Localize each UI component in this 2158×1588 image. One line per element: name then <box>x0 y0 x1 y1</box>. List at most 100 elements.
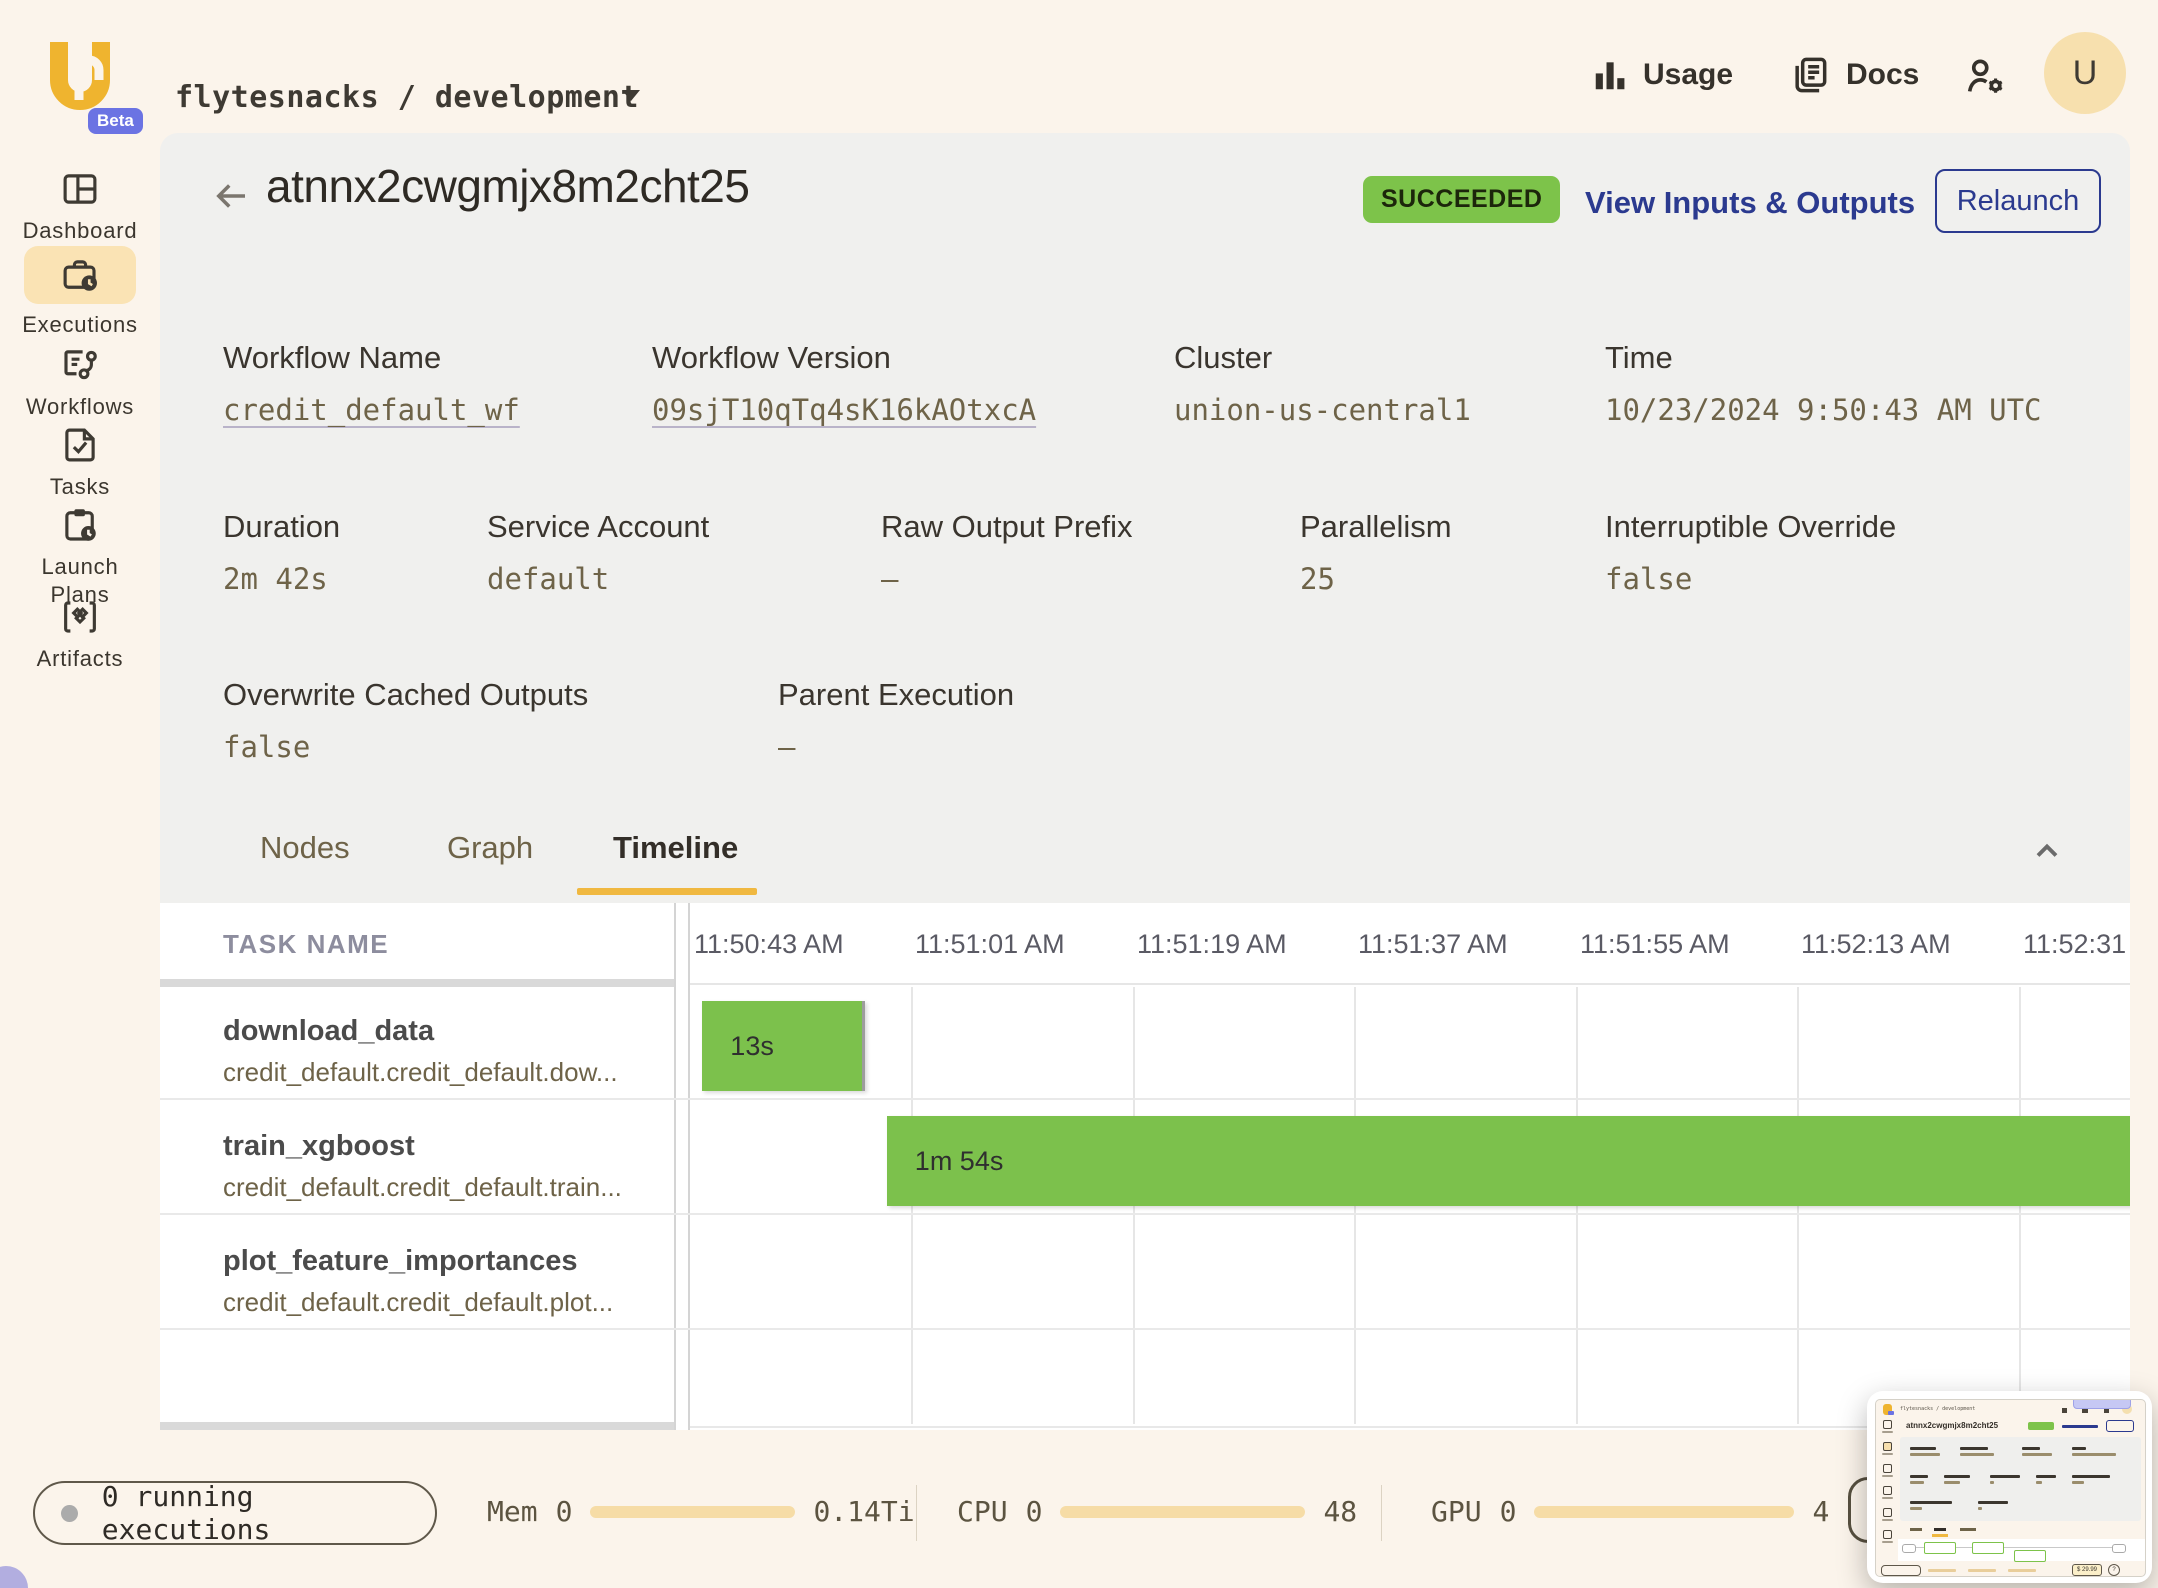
bar-duration-label: 13s <box>702 1031 774 1062</box>
task-name[interactable]: plot_feature_importances <box>223 1245 578 1278</box>
gpu-label: GPU <box>1431 1495 1482 1528</box>
time-tick: 11:52:31 AM <box>2023 929 2130 960</box>
meta-label: Raw Output Prefix <box>881 509 1133 545</box>
breadcrumb-caret-icon[interactable] <box>622 90 640 101</box>
sidebar-item-dashboard[interactable]: Dashboard <box>0 168 160 245</box>
task-name[interactable]: train_xgboost <box>223 1130 415 1163</box>
artifacts-icon <box>58 596 102 638</box>
page-title: atnnx2cwgmjx8m2cht25 <box>266 159 749 213</box>
pip-mini-beta <box>1888 1411 1894 1415</box>
sidebar-item-workflows[interactable]: Workflows <box>0 344 160 421</box>
tab-nodes[interactable]: Nodes <box>260 830 350 866</box>
user-gear-icon <box>1962 54 2010 100</box>
metric-divider <box>916 1485 917 1541</box>
meta-label: Cluster <box>1174 340 1272 376</box>
tasks-icon <box>59 424 101 466</box>
usage-button[interactable]: Usage <box>1591 55 1733 95</box>
mem-current: 0 <box>556 1495 573 1528</box>
gantt-bar-train-xgboost[interactable]: 1m 54s <box>887 1116 2130 1206</box>
column-splitter[interactable] <box>674 903 676 1430</box>
parallelism-value: 25 <box>1300 562 1335 596</box>
time-tick: 11:51:01 AM <box>915 929 1065 960</box>
beta-badge: Beta <box>88 108 143 134</box>
pip-mini-icon <box>2062 1408 2067 1413</box>
pip-mini-toast <box>2073 1399 2131 1409</box>
union-logo <box>45 36 115 118</box>
app-window: Beta flytesnacks / development Usage Doc… <box>0 0 2158 1588</box>
gpu-meter: GPU 0 4 <box>1431 1495 1829 1528</box>
pip-mini-track <box>1968 1569 1996 1572</box>
row-separator <box>160 1098 2130 1100</box>
launch-plans-icon <box>58 504 102 546</box>
time-value: 10/23/2024 9:50:43 AM UTC <box>1605 393 2042 427</box>
pip-mini-panel <box>1900 1437 2141 1521</box>
sidebar-item-launch-plans[interactable]: Launch Plans <box>0 504 160 608</box>
docs-button[interactable]: Docs <box>1788 52 1919 98</box>
sidebar-item-label: Dashboard <box>23 217 138 245</box>
mem-label: Mem <box>487 1495 538 1528</box>
overwrite-cached-outputs-value: false <box>223 730 310 764</box>
column-splitter[interactable] <box>688 903 690 1430</box>
relaunch-button[interactable]: Relaunch <box>1935 169 2101 233</box>
breadcrumb[interactable]: flytesnacks / development <box>175 80 639 115</box>
cpu-current: 0 <box>1026 1495 1043 1528</box>
workflow-version-link[interactable]: 09sjT10qTq4sK16kAOtxcA <box>652 393 1036 427</box>
sidebar-item-executions[interactable]: Executions <box>0 246 160 339</box>
task-path: credit_default.credit_default.train... <box>223 1172 622 1203</box>
task-name[interactable]: download_data <box>223 1015 434 1048</box>
meta-label: Time <box>1605 340 1673 376</box>
bar-chart-icon <box>1591 55 1629 95</box>
view-inputs-outputs-link[interactable]: View Inputs & Outputs <box>1585 185 1915 221</box>
meta-label: Parent Execution <box>778 677 1014 713</box>
pip-mini-tab <box>1910 1528 1922 1531</box>
pip-mini-title: atnnx2cwgmjx8m2cht25 <box>1906 1421 1998 1430</box>
gpu-current: 0 <box>1500 1495 1517 1528</box>
memory-meter: Mem 0 0.14Ti <box>487 1495 915 1528</box>
meta-label: Service Account <box>487 509 709 545</box>
dashboard-icon <box>59 168 101 210</box>
collapse-button[interactable] <box>2027 833 2067 869</box>
meta-label: Workflow Name <box>223 340 441 376</box>
pip-mini-tab <box>1960 1528 1976 1531</box>
bar-duration-label: 1m 54s <box>887 1146 1004 1177</box>
gantt-bar-download-data[interactable]: 13s <box>702 1001 865 1091</box>
back-button[interactable] <box>210 175 252 217</box>
tab-timeline[interactable]: Timeline <box>613 830 738 866</box>
footer-divider <box>160 1422 674 1430</box>
duration-value: 2m 42s <box>223 562 328 596</box>
meta-label: Duration <box>223 509 340 545</box>
header-divider <box>160 979 674 987</box>
sidebar-item-artifacts[interactable]: Artifacts <box>0 596 160 673</box>
pip-mini-breadcrumb: flytesnacks / development <box>1900 1406 1975 1412</box>
pip-screenshot: flytesnacks / development atnnx2cwgmjx8m… <box>1875 1399 2146 1577</box>
running-executions-button[interactable]: 0 running executions <box>33 1481 437 1545</box>
pip-mini-price-button: $ 29.99 <box>2072 1564 2102 1576</box>
pip-mini-graph <box>1898 1539 2145 1561</box>
chat-bubble-button[interactable] <box>0 1566 28 1588</box>
avatar[interactable]: U <box>2044 32 2126 114</box>
service-account-value: default <box>487 562 609 596</box>
status-dot-icon <box>61 1505 78 1522</box>
sidebar-item-label: Artifacts <box>37 645 124 673</box>
time-tick: 11:52:13 AM <box>1801 929 1951 960</box>
active-item-highlight <box>24 246 136 304</box>
header-divider <box>690 983 2130 985</box>
raw-output-prefix-value: – <box>881 562 898 596</box>
pip-mini-tab-underline <box>1932 1534 1948 1537</box>
user-settings-button[interactable] <box>1962 54 2010 100</box>
cpu-max: 48 <box>1323 1495 1357 1528</box>
time-tick: 11:51:55 AM <box>1580 929 1730 960</box>
pip-mini-pill <box>1881 1565 1921 1576</box>
executions-icon <box>58 254 102 296</box>
row-separator <box>160 1213 2130 1215</box>
gpu-track <box>1534 1506 1794 1518</box>
cpu-label: CPU <box>957 1495 1008 1528</box>
pip-mini-track <box>2008 1569 2036 1572</box>
sidebar-item-tasks[interactable]: Tasks <box>0 424 160 501</box>
tab-graph[interactable]: Graph <box>447 830 533 866</box>
time-tick: 11:51:37 AM <box>1358 929 1508 960</box>
active-tab-underline <box>577 888 757 895</box>
task-path: credit_default.credit_default.plot... <box>223 1287 613 1318</box>
workflow-name-link[interactable]: credit_default_wf <box>223 393 520 427</box>
pip-preview-window[interactable]: flytesnacks / development atnnx2cwgmjx8m… <box>1867 1391 2152 1583</box>
